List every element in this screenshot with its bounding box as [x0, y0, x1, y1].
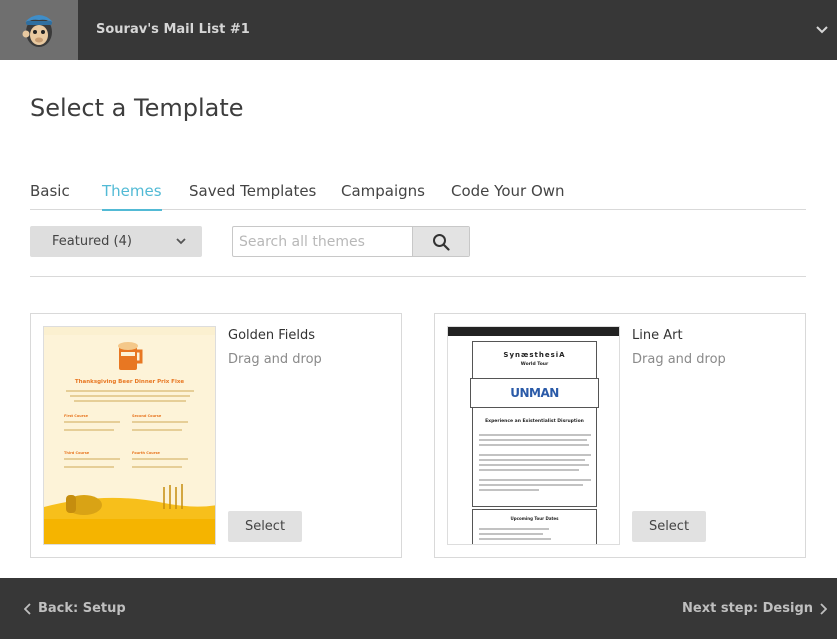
preview-course: Third Course — [64, 451, 90, 455]
template-thumbnail-golden-fields[interactable]: Thanksgiving Beer Dinner Prix Fixe First… — [43, 326, 216, 545]
tab-campaigns[interactable]: Campaigns — [341, 182, 425, 210]
preview-heading: Thanksgiving Beer Dinner Prix Fixe — [74, 379, 185, 385]
tab-basic[interactable]: Basic — [30, 182, 70, 210]
template-thumbnail-line-art[interactable]: SynæsthesiA World Tour UNMAN Experience … — [447, 326, 620, 545]
tab-saved-templates[interactable]: Saved Templates — [189, 182, 316, 210]
back-button[interactable]: Back: Setup — [24, 601, 126, 616]
featured-dropdown[interactable]: Featured (4) — [30, 226, 202, 257]
preview-course: First Course — [64, 414, 88, 418]
template-name: Line Art — [632, 328, 683, 343]
chevron-down-icon[interactable] — [815, 22, 829, 36]
preview-course: Second Course — [132, 414, 162, 418]
featured-dropdown-label: Featured (4) — [52, 234, 132, 249]
preview-preheader — [448, 327, 619, 336]
list-title[interactable]: Sourav's Mail List #1 — [96, 22, 250, 37]
next-step-button[interactable]: Next step: Design — [682, 601, 827, 616]
top-bar: Sourav's Mail List #1 — [0, 0, 837, 60]
golden-fields-preview: Thanksgiving Beer Dinner Prix Fixe First… — [44, 327, 215, 544]
tab-themes[interactable]: Themes — [102, 182, 162, 211]
chevron-left-icon — [24, 602, 31, 615]
next-label: Next step: Design — [682, 601, 813, 616]
tab-code-your-own[interactable]: Code Your Own — [451, 182, 565, 210]
search-icon — [433, 233, 450, 251]
search-input[interactable] — [233, 227, 411, 256]
back-label: Back: Setup — [38, 601, 126, 616]
template-card-line-art: SynæsthesiA World Tour UNMAN Experience … — [434, 313, 806, 558]
preview-course: Fourth Course — [132, 451, 160, 455]
select-line-art-button[interactable]: Select — [632, 511, 706, 542]
chevron-right-icon — [820, 602, 827, 615]
template-card-golden-fields: Thanksgiving Beer Dinner Prix Fixe First… — [30, 313, 402, 558]
template-type: Drag and drop — [228, 352, 322, 367]
page-title: Select a Template — [30, 94, 244, 122]
theme-search — [232, 226, 470, 257]
field-illustration — [44, 484, 215, 544]
template-tabs: Basic Themes Saved Templates Campaigns C… — [30, 182, 806, 211]
preview-heading: Experience an Existentialist Disruption — [485, 419, 584, 424]
preview-title: SynæsthesiA — [503, 351, 566, 359]
template-type: Drag and drop — [632, 352, 726, 367]
preview-subtitle: World Tour — [520, 362, 549, 367]
select-golden-fields-button[interactable]: Select — [228, 511, 302, 542]
search-button[interactable] — [412, 227, 469, 256]
preview-preheader — [44, 327, 215, 335]
chevron-down-icon — [176, 238, 186, 245]
preview-section: Upcoming Tour Dates — [510, 516, 559, 521]
app-logo[interactable] — [0, 0, 78, 60]
wizard-footer: Back: Setup Next step: Design — [0, 578, 837, 639]
chimp-logo-icon — [22, 15, 53, 47]
beer-mug-icon — [118, 342, 143, 370]
line-art-preview: SynæsthesiA World Tour UNMAN Experience … — [448, 327, 619, 544]
preview-logo: UNMAN — [510, 386, 559, 400]
filter-divider — [30, 276, 806, 277]
template-name: Golden Fields — [228, 328, 316, 343]
